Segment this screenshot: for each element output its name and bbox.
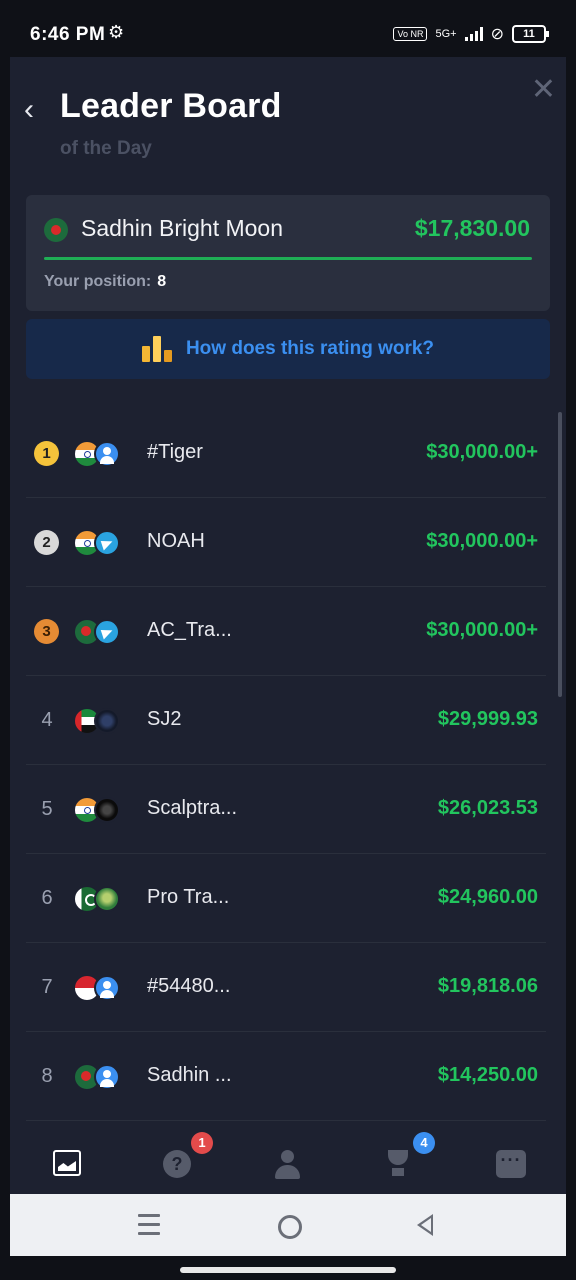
trader-avatar-group xyxy=(74,797,124,823)
avatar xyxy=(94,886,120,912)
rank-number: 4 xyxy=(41,709,53,731)
trader-name: SJ2 xyxy=(147,708,182,730)
tab-profile[interactable] xyxy=(273,1150,303,1180)
rank-number: 7 xyxy=(41,976,53,998)
trader-name: #54480... xyxy=(147,975,231,997)
rank-number: 6 xyxy=(41,887,53,909)
trophy-badge: 4 xyxy=(413,1132,435,1154)
leaderboard-row[interactable]: 7 #54480... $19,818.06 xyxy=(26,943,546,1032)
my-position: Your position: 8 xyxy=(44,273,166,291)
back-button[interactable] xyxy=(417,1214,433,1236)
podium-icon xyxy=(141,336,172,362)
my-name: Sadhin Bright Moon xyxy=(81,215,284,241)
avatar xyxy=(94,708,120,734)
trader-amount: $29,999.93 xyxy=(437,708,538,730)
status-bar: 6:46 PM ⚙ Vo NR 5G+ ⊘ 11 xyxy=(0,0,576,58)
status-time: 6:46 PM xyxy=(30,24,106,45)
trader-name: AC_Tra... xyxy=(147,619,232,641)
gear-icon: ⚙ xyxy=(108,22,125,42)
more-icon: ··· xyxy=(496,1150,526,1178)
avatar xyxy=(94,1064,120,1090)
tab-chart[interactable] xyxy=(53,1150,83,1180)
volte-icon: Vo NR xyxy=(393,27,428,41)
my-amount: $17,830.00 xyxy=(414,215,530,241)
trader-avatar-group xyxy=(74,886,124,912)
silver-medal-icon: 2 xyxy=(34,530,59,555)
avatar xyxy=(94,797,120,823)
tab-more[interactable]: ··· xyxy=(496,1150,526,1180)
avatar xyxy=(94,619,120,645)
leaderboard-row[interactable]: 2 NOAH $30,000.00+ xyxy=(26,498,546,587)
leaderboard-row[interactable]: 6 Pro Tra... $24,960.00 xyxy=(26,854,546,943)
rating-info-label: How does this rating work? xyxy=(185,338,435,359)
trader-amount: $24,960.00 xyxy=(437,886,538,908)
avatar xyxy=(94,530,120,556)
close-icon[interactable]: ✕ xyxy=(531,75,556,105)
leaderboard-panel: ‹ Leader Board of the Day ✕ Sadhin Brigh… xyxy=(10,57,566,1194)
bottom-tab-bar: ? 1 4 ··· xyxy=(10,1132,566,1194)
avatar xyxy=(94,441,120,467)
leaderboard-row[interactable]: 1 #Tiger $30,000.00+ xyxy=(26,409,546,498)
trader-name: Pro Tra... xyxy=(147,886,230,908)
position-value: 8 xyxy=(157,273,167,290)
tab-help[interactable]: ? 1 xyxy=(163,1132,213,1180)
trader-avatar-group xyxy=(74,619,124,645)
scrollbar[interactable] xyxy=(558,412,562,697)
rating-info-button[interactable]: How does this rating work? xyxy=(26,319,550,379)
bangladesh-flag-icon xyxy=(44,218,68,242)
trader-avatar-group xyxy=(74,1064,124,1090)
trader-avatar-group xyxy=(74,708,124,734)
trader-amount: $30,000.00+ xyxy=(426,441,538,463)
system-nav-bar xyxy=(10,1194,566,1256)
signal-icon xyxy=(464,27,483,41)
trader-amount: $19,818.06 xyxy=(437,975,538,997)
leaderboard-row[interactable]: 4 SJ2 $29,999.93 xyxy=(26,676,546,765)
trader-name: Sadhin ... xyxy=(147,1064,232,1086)
trader-name: #Tiger xyxy=(147,441,203,463)
rank-number: 5 xyxy=(41,798,53,820)
help-badge: 1 xyxy=(191,1132,213,1154)
question-icon: ? xyxy=(163,1150,191,1178)
trader-name: NOAH xyxy=(147,530,205,552)
page-title: Leader Board xyxy=(60,87,282,125)
tab-trophy[interactable]: 4 xyxy=(383,1132,435,1180)
status-icons: Vo NR 5G+ ⊘ 11 xyxy=(393,24,549,44)
leaderboard-row[interactable]: 8 Sadhin ... $14,250.00 xyxy=(26,1032,546,1121)
trader-amount: $30,000.00+ xyxy=(426,530,538,552)
trader-avatar-group xyxy=(74,975,124,1001)
back-arrow-icon[interactable]: ‹ xyxy=(24,95,34,125)
leaderboard-list: 1 #Tiger $30,000.00+ 2 NOAH $30,000.00+ 3 … xyxy=(26,409,546,1121)
chart-icon xyxy=(53,1150,81,1176)
battery-icon: 11 xyxy=(512,25,549,43)
user-icon xyxy=(273,1150,301,1180)
position-label: Your position: xyxy=(44,273,152,290)
leaderboard-row[interactable]: 3 AC_Tra... $30,000.00+ xyxy=(26,587,546,676)
trader-avatar-group xyxy=(74,530,124,556)
hotspot-icon: ⊘ xyxy=(490,26,504,43)
my-progress-bar xyxy=(44,257,532,260)
home-button[interactable] xyxy=(278,1215,302,1239)
trader-avatar-group xyxy=(74,441,124,467)
my-position-card: Sadhin Bright Moon $17,830.00 Your posit… xyxy=(26,195,550,311)
rank-number: 8 xyxy=(41,1065,53,1087)
trophy-icon xyxy=(383,1150,413,1178)
avatar xyxy=(94,975,120,1001)
trader-amount: $14,250.00 xyxy=(437,1064,538,1086)
network-label: 5G+ xyxy=(435,28,457,40)
bronze-medal-icon: 3 xyxy=(34,619,59,644)
gold-medal-icon: 1 xyxy=(34,441,59,466)
trader-amount: $30,000.00+ xyxy=(426,619,538,641)
page-subtitle: of the Day xyxy=(60,138,152,159)
trader-amount: $26,023.53 xyxy=(437,797,538,819)
leaderboard-row[interactable]: 5 Scalptra... $26,023.53 xyxy=(26,765,546,854)
trader-name: Scalptra... xyxy=(147,797,238,819)
recents-button[interactable] xyxy=(138,1214,160,1241)
home-indicator xyxy=(180,1267,396,1273)
